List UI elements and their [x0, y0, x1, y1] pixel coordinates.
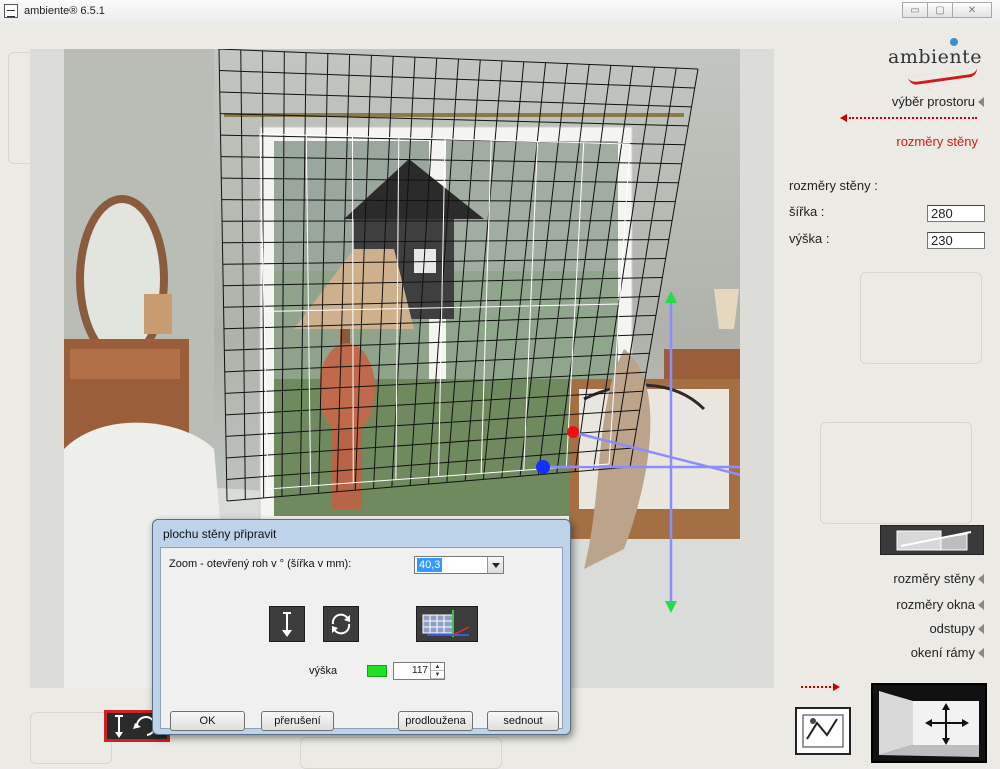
grid-line	[226, 447, 634, 480]
height-color-indicator	[367, 665, 387, 677]
rotate-icon	[331, 613, 351, 635]
menu-window-dimensions-label: rozměry okna	[896, 597, 975, 612]
axis-depth-handle-icon[interactable]	[567, 426, 579, 438]
height-arrow-button[interactable]	[269, 606, 305, 642]
app-icon	[4, 4, 18, 18]
nav-room-selection-label: výběr prostoru	[891, 94, 975, 109]
grid-line	[226, 466, 631, 502]
menu-wall-dimensions[interactable]: rozměry stěny	[893, 571, 984, 586]
grid-line	[299, 52, 307, 495]
grid-line	[225, 371, 647, 394]
arrow-left-icon	[978, 574, 984, 584]
menu-offsets-label: odstupy	[929, 621, 975, 636]
active-step-label: rozměry stěny	[896, 134, 978, 149]
close-button[interactable]: ✕	[952, 2, 992, 18]
step-indicator-arrow	[840, 114, 980, 122]
nav-room-selection[interactable]: výběr prostoru	[892, 94, 984, 109]
zoom-dropdown[interactable]: 40,3	[414, 556, 504, 574]
grid-line	[240, 49, 246, 500]
minimize-button[interactable]: ▭	[902, 2, 928, 18]
room-view-button[interactable]	[871, 683, 987, 763]
stepper-down-icon[interactable]: ▼	[431, 671, 444, 679]
dotted-line	[849, 117, 977, 119]
logo-text: ambiente	[888, 46, 982, 68]
menu-window-frames[interactable]: okení rámy	[911, 645, 984, 660]
grid-line	[464, 60, 503, 481]
dialog-title: plochu stěny připravit	[163, 527, 277, 541]
move-room-icon	[879, 691, 979, 757]
wall-perspective-icon	[896, 530, 972, 551]
grid-line	[218, 49, 228, 502]
grid-line	[537, 64, 590, 475]
ambiente-logo: ambiente	[888, 38, 988, 86]
grid-line	[354, 55, 372, 491]
menu-offsets[interactable]: odstupy	[929, 621, 984, 636]
height-label: výška :	[789, 231, 830, 246]
window-controls: ▭ ▢ ✕	[902, 2, 992, 18]
window-title: ambiente® 6.5.1	[24, 5, 105, 17]
grid-line	[281, 51, 285, 497]
axis-left-handle-icon[interactable]	[536, 460, 550, 474]
menu-wall-dimensions-label: rozměry stěny	[893, 571, 975, 586]
grid-line	[336, 54, 351, 492]
stepper-up-icon[interactable]: ▲	[431, 663, 444, 671]
red-arrow-right-icon	[833, 683, 840, 691]
sketch-thumbnail-button[interactable]	[795, 707, 851, 755]
background-sketch	[300, 737, 502, 769]
menu-window-frames-label: okení rámy	[910, 645, 975, 660]
extend-button[interactable]: prodloužena	[398, 711, 473, 731]
grid-line	[482, 61, 525, 480]
grid-line	[391, 57, 416, 488]
rotate-button[interactable]	[323, 606, 359, 642]
chevron-down-icon[interactable]	[487, 557, 503, 573]
height-input[interactable]: 230	[927, 232, 985, 249]
width-input[interactable]: 280	[927, 205, 985, 222]
grid-line	[373, 56, 394, 489]
arrow-left-icon	[978, 624, 984, 634]
ok-button[interactable]: OK	[170, 711, 245, 731]
grid-line	[629, 68, 699, 468]
axis-up-handle-icon[interactable]	[665, 291, 677, 303]
title-bar: ambiente® 6.5.1 ▭ ▢ ✕	[0, 0, 1000, 23]
grid-line	[446, 59, 481, 483]
vertical-arrow-icon	[282, 612, 292, 637]
height-label: výška	[309, 665, 338, 677]
zoom-label: Zoom - otevřený roh v ° (šířka v mm):	[169, 558, 352, 570]
sketch-icon	[802, 714, 844, 748]
height-stepper[interactable]: 117 ▲ ▼	[393, 662, 445, 680]
sit-button[interactable]: sednout	[487, 711, 559, 731]
grid-line	[222, 220, 673, 222]
zoom-value: 40,3	[417, 558, 443, 572]
red-arrow-left-icon	[840, 114, 847, 122]
grid-line	[575, 431, 740, 477]
cancel-button[interactable]: přerušení	[261, 711, 334, 731]
height-stepper-value: 117	[412, 665, 428, 676]
grid-perspective-button[interactable]	[416, 606, 478, 642]
menu-window-dimensions[interactable]: rozměry okna	[896, 597, 984, 612]
background-sketch	[30, 712, 112, 764]
grid-line	[225, 390, 643, 416]
arrow-left-icon	[978, 600, 984, 610]
grid-line	[519, 63, 568, 477]
dialog-body: Zoom - otevřený roh v ° (šířka v mm): 40…	[160, 547, 563, 731]
grid-axes-icon	[422, 610, 470, 637]
logo-dot-icon	[950, 38, 958, 46]
grid-line	[318, 53, 329, 494]
width-label: šířka :	[789, 204, 825, 219]
grid-line	[501, 62, 547, 478]
maximize-button[interactable]: ▢	[927, 2, 953, 18]
wall-dimensions-heading: rozměry stěny :	[789, 178, 878, 193]
axis-down-handle-icon[interactable]	[665, 601, 677, 613]
background-sketch	[860, 272, 982, 364]
background-sketch	[820, 422, 972, 524]
arrow-left-icon	[978, 97, 984, 107]
stepper-buttons: ▲ ▼	[430, 663, 444, 679]
dotted-line	[801, 686, 831, 688]
next-step-arrow	[801, 683, 841, 691]
arrow-left-icon	[978, 648, 984, 658]
wall-edit-tool-button[interactable]	[880, 525, 984, 555]
prepare-wall-dialog: plochu stěny připravit Zoom - otevřený r…	[152, 519, 571, 735]
